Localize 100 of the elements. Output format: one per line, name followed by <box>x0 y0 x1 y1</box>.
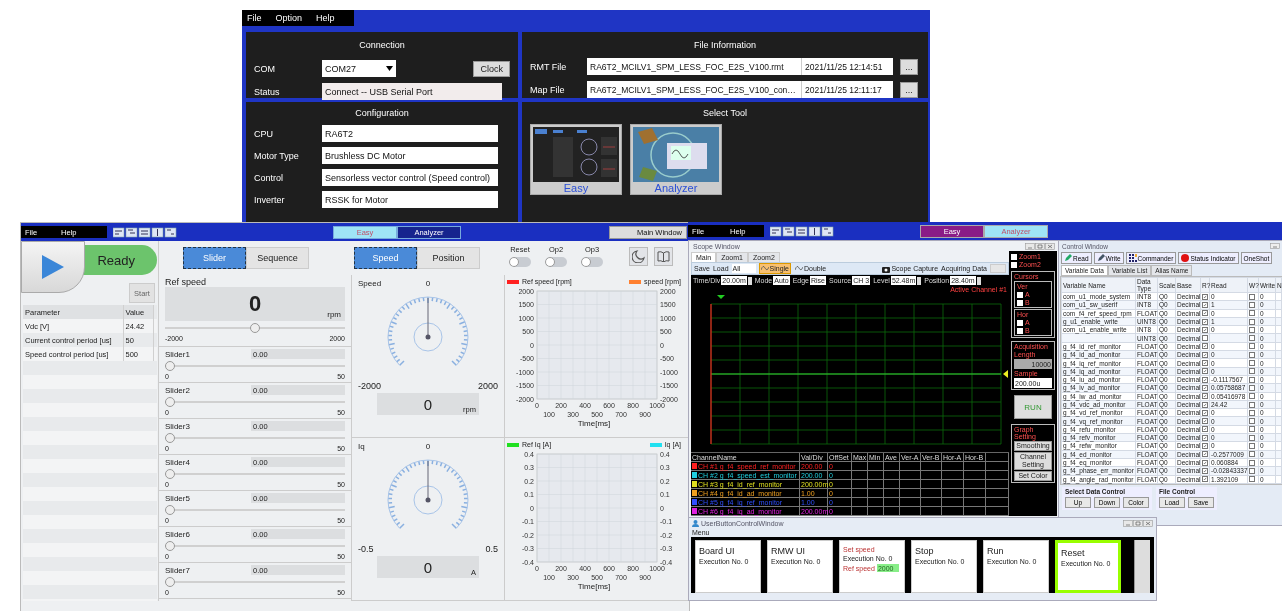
checkbox[interactable] <box>1249 426 1255 433</box>
checkbox[interactable] <box>1249 310 1255 317</box>
spinner-icon <box>747 276 752 285</box>
checkbox[interactable] <box>1249 409 1255 416</box>
slider-label: Slider2 <box>165 385 190 395</box>
checkbox[interactable] <box>1011 261 1017 268</box>
checkbox[interactable] <box>1202 401 1208 408</box>
checkbox[interactable] <box>1249 418 1255 425</box>
field-label: Control <box>254 172 284 183</box>
field-label: Inverter <box>254 194 286 205</box>
grid-icon <box>1128 254 1137 262</box>
tab[interactable]: Position <box>417 247 480 269</box>
slider-label: Slider5 <box>165 493 190 503</box>
panel-title: Connection <box>358 40 406 50</box>
checkbox[interactable] <box>1249 368 1255 375</box>
checkbox[interactable] <box>1202 451 1208 458</box>
checkbox[interactable] <box>1249 301 1255 308</box>
manual-button[interactable] <box>654 247 673 266</box>
spinner-icon <box>917 276 922 285</box>
com-dropdown[interactable]: COM27 <box>322 60 396 77</box>
checkbox[interactable] <box>1249 459 1255 466</box>
checkbox[interactable] <box>1202 426 1208 433</box>
checkbox[interactable] <box>1202 335 1208 342</box>
checkbox[interactable] <box>1202 393 1208 400</box>
play-button[interactable] <box>21 241 85 293</box>
checkbox[interactable] <box>1202 376 1208 383</box>
slider-thumb[interactable] <box>165 433 175 443</box>
scale-label: 0.5 <box>485 544 498 554</box>
checkbox[interactable] <box>1202 434 1208 441</box>
checkbox[interactable] <box>1249 443 1255 449</box>
checkbox[interactable] <box>1249 393 1255 400</box>
checkbox[interactable] <box>1017 299 1023 306</box>
tool-button[interactable]: Easy <box>530 124 622 195</box>
menu-item[interactable]: Option <box>275 13 303 23</box>
window-layout-icons <box>113 226 177 238</box>
checkbox[interactable] <box>1249 360 1255 366</box>
checkbox[interactable] <box>1017 319 1023 326</box>
tab[interactable]: Speed <box>354 247 417 269</box>
checkbox[interactable] <box>1202 459 1208 466</box>
pen-icon <box>1096 254 1105 262</box>
toggle-switch[interactable] <box>545 257 567 267</box>
checkbox[interactable] <box>1249 293 1255 300</box>
checkbox[interactable] <box>1249 376 1255 383</box>
tab[interactable]: Slider <box>183 247 246 269</box>
slider-thumb[interactable] <box>165 505 175 515</box>
checkbox[interactable] <box>1202 384 1208 391</box>
slider-thumb[interactable] <box>165 469 175 479</box>
checkbox[interactable] <box>1202 476 1208 483</box>
browse-button[interactable]: ... <box>900 81 918 98</box>
tab[interactable]: Sequence <box>246 247 309 269</box>
checkbox[interactable] <box>1249 476 1255 483</box>
checkbox[interactable] <box>1202 360 1208 366</box>
browse-button[interactable]: ... <box>900 58 918 75</box>
spinner-icon <box>976 276 981 285</box>
checkbox[interactable] <box>1202 326 1208 333</box>
checkbox[interactable] <box>1011 253 1017 260</box>
pen-icon <box>1064 254 1072 262</box>
config-field: RSSK for Motor <box>322 191 498 208</box>
checkbox[interactable] <box>1249 318 1255 325</box>
checkbox[interactable] <box>1202 318 1208 325</box>
menu-item[interactable]: File <box>247 13 262 23</box>
checkbox[interactable] <box>1249 351 1255 358</box>
checkbox[interactable] <box>1202 351 1208 358</box>
slider-thumb[interactable] <box>165 361 175 371</box>
checkbox[interactable] <box>1202 343 1208 350</box>
checkbox[interactable] <box>1249 326 1255 333</box>
button-title: Board UI <box>699 546 736 556</box>
status-field: Connect -- USB Serial Port <box>322 83 502 100</box>
checkbox[interactable] <box>1202 443 1208 449</box>
checkbox[interactable] <box>1249 467 1255 474</box>
theme-button[interactable] <box>629 247 648 266</box>
checkbox[interactable] <box>1249 451 1255 458</box>
toggle-switch[interactable] <box>581 257 603 267</box>
checkbox[interactable] <box>1202 301 1208 308</box>
slider-thumb[interactable] <box>165 397 175 407</box>
status-light-icon <box>1181 254 1190 262</box>
checkbox[interactable] <box>1202 368 1208 375</box>
button-title: Reset <box>1061 548 1086 558</box>
checkbox[interactable] <box>1202 310 1208 317</box>
checkbox[interactable] <box>1017 327 1023 334</box>
checkbox[interactable] <box>1249 434 1255 441</box>
checkbox[interactable] <box>1202 418 1208 425</box>
checkbox[interactable] <box>1249 343 1255 350</box>
caret-icon <box>386 66 393 71</box>
toggle-switch[interactable] <box>509 257 531 267</box>
checkbox[interactable] <box>1202 293 1208 300</box>
checkbox[interactable] <box>1249 401 1255 408</box>
menu-item[interactable]: Help <box>316 13 335 23</box>
checkbox[interactable] <box>1202 467 1208 474</box>
clock-button[interactable]: Clock <box>473 60 510 77</box>
button-title: Stop <box>915 546 935 556</box>
button-title: RMW UI <box>771 546 806 556</box>
tool-button[interactable]: Analyzer <box>630 124 722 195</box>
checkbox[interactable] <box>1249 384 1255 391</box>
checkbox[interactable] <box>1202 409 1208 416</box>
slider-thumb[interactable] <box>250 323 260 333</box>
checkbox[interactable] <box>1017 291 1023 298</box>
checkbox[interactable] <box>1249 335 1255 342</box>
slider-thumb[interactable] <box>165 541 175 551</box>
slider-thumb[interactable] <box>165 577 175 587</box>
